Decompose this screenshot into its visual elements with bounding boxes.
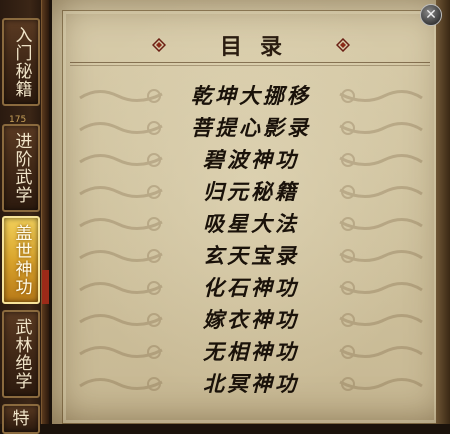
tab-martial-masterpieces[interactable]: 武林绝学: [2, 310, 40, 398]
list-item[interactable]: 乾坤大挪移: [52, 80, 450, 112]
list-item[interactable]: 吸星大法: [52, 208, 450, 240]
tab-label: 武林绝学: [11, 318, 32, 390]
list-item[interactable]: 归元秘籍: [52, 176, 450, 208]
tab-label: 入门秘籍: [11, 26, 32, 98]
close-icon: ✕: [425, 7, 437, 23]
manual-name: 碧波神功: [203, 147, 299, 172]
list-item[interactable]: 北冥神功: [52, 368, 450, 400]
list-item[interactable]: 菩提心影录: [52, 112, 450, 144]
panel-header: 目录: [52, 30, 450, 60]
manual-name: 化石神功: [203, 275, 299, 300]
page-title: 目录: [219, 34, 300, 60]
manual-name: 嫁衣神功: [203, 307, 299, 332]
manual-name: 北冥神功: [203, 371, 299, 396]
tab-beginner-manuals[interactable]: 入门秘籍: [2, 18, 40, 106]
list-item[interactable]: 无相神功: [52, 336, 450, 368]
manual-name: 菩提心影录: [191, 115, 311, 140]
tab-label: 盖世神功: [11, 224, 32, 296]
title-divider: [70, 62, 430, 66]
panel-right-frame: [436, 0, 450, 424]
manual-name: 吸星大法: [203, 211, 299, 236]
close-button[interactable]: ✕: [420, 4, 442, 26]
rail-edge: [41, 0, 49, 424]
tab-supreme-skills[interactable]: 盖世神功: [2, 216, 40, 304]
manual-name: 玄天宝录: [203, 243, 299, 268]
list-item[interactable]: 嫁衣神功: [52, 304, 450, 336]
diamond-ornament-icon: [336, 38, 350, 52]
list-item[interactable]: 化石神功: [52, 272, 450, 304]
table-of-contents-panel: 目录 乾坤大挪移 菩提心影录 碧波神功 归元秘籍 吸星大法 玄天宝录 化石神功 …: [52, 0, 450, 424]
manual-name: 归元秘籍: [203, 179, 299, 204]
list-item[interactable]: 玄天宝录: [52, 240, 450, 272]
manual-name: 无相神功: [203, 339, 299, 364]
tab-label: 进阶武学: [11, 132, 32, 204]
list-item[interactable]: 碧波神功: [52, 144, 450, 176]
rail-notch: [42, 292, 49, 304]
tab-advanced-arts[interactable]: 进阶武学: [2, 124, 40, 212]
category-tab-rail: 入门秘籍 175 进阶武学 盖世神功 武林绝学 特: [0, 0, 50, 434]
tab-label: 特: [12, 408, 30, 429]
tab-special[interactable]: 特: [2, 404, 40, 434]
rail-notch: [42, 270, 49, 292]
diamond-ornament-icon: [151, 38, 166, 52]
manual-name: 乾坤大挪移: [191, 83, 311, 108]
